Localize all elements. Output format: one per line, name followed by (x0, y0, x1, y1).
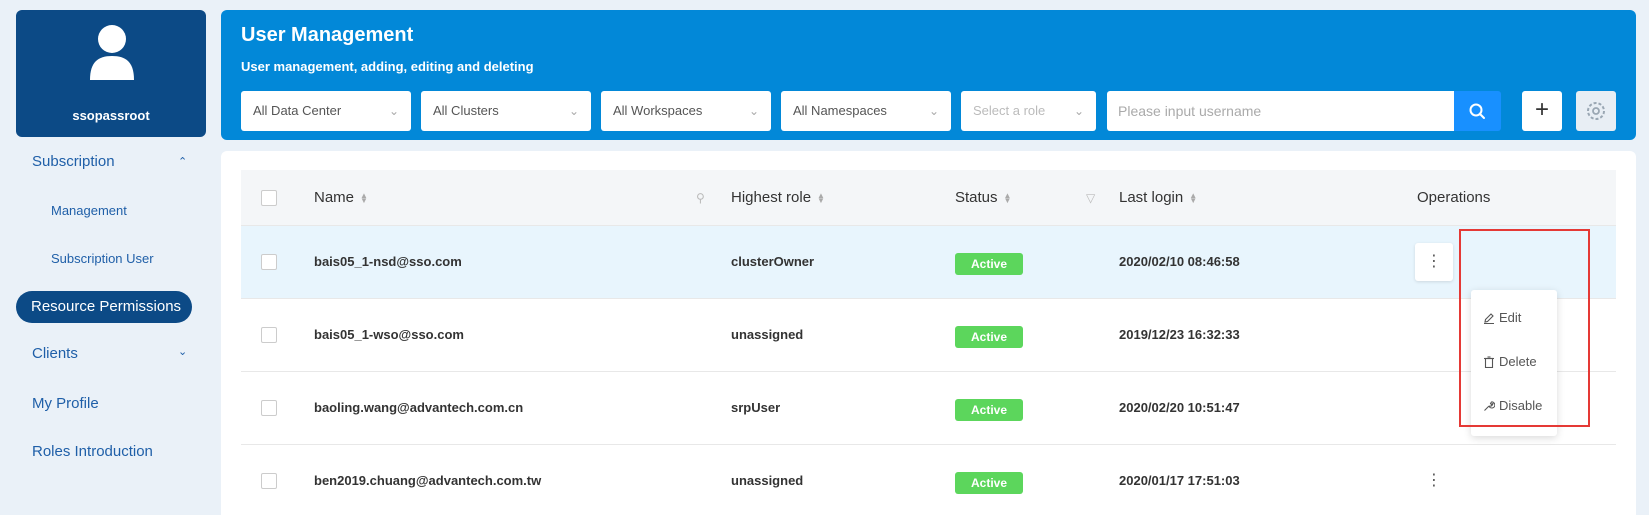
chevron-down-icon: ⌄ (388, 104, 399, 118)
row-checkbox[interactable] (261, 473, 277, 489)
table-row[interactable]: ben2019.chuang@advantech.com.tw unassign… (241, 445, 1616, 515)
users-table-panel: Name ▲ ▼ ⚲ Highest role ▲ ▼ Status ▲ ▼ ▽ Last … (221, 151, 1636, 515)
clusters-select[interactable]: All Clusters ⌄ (421, 91, 591, 131)
user-name-cell: baoling.wang@advantech.com.cn (314, 400, 524, 415)
sort-icon[interactable]: ▲ ▼ (1004, 192, 1012, 205)
status-badge: Active (955, 253, 1023, 275)
table-header: Name ▲ ▼ ⚲ Highest role ▲ ▼ Status ▲ ▼ ▽ Last … (241, 170, 1616, 226)
status-badge: Active (955, 399, 1023, 421)
last-login-cell: 2020/02/10 08:46:58 (1119, 254, 1240, 269)
workspaces-select-value: All Workspaces (613, 103, 703, 118)
sort-icon[interactable]: ▲ ▼ (817, 192, 825, 205)
namespaces-select[interactable]: All Namespaces ⌄ (781, 91, 951, 131)
column-last-login-label: Last login (1119, 189, 1184, 206)
column-header-last-login[interactable]: Last login ▲ ▼ (1119, 170, 1197, 226)
role-cell: unassigned (731, 327, 804, 342)
row-checkbox[interactable] (261, 254, 277, 270)
role-cell: clusterOwner (731, 254, 815, 269)
column-status-label: Status (955, 189, 998, 206)
data-center-select[interactable]: All Data Center ⌄ (241, 91, 411, 131)
data-center-select-value: All Data Center (253, 103, 342, 118)
header-banner: User Management User management, adding,… (221, 10, 1636, 140)
sidebar-item-clients[interactable]: Clients (32, 345, 78, 362)
last-login-cell: 2020/01/17 17:51:03 (1119, 473, 1240, 488)
settings-button[interactable] (1576, 91, 1616, 131)
sidebar-item-management[interactable]: Management (51, 203, 127, 218)
name-search-icon[interactable]: ⚲ (696, 170, 705, 226)
more-options-button[interactable]: ⋮ (1415, 462, 1453, 500)
column-header-name[interactable]: Name ▲ ▼ (314, 170, 368, 226)
gear-icon (1587, 102, 1605, 120)
page-subtitle: User management, adding, editing and del… (241, 59, 534, 74)
user-name-cell: bais05_1-nsd@sso.com (314, 254, 462, 269)
column-role-label: Highest role (731, 189, 812, 206)
clusters-select-value: All Clusters (433, 103, 499, 118)
user-name-cell: ben2019.chuang@advantech.com.tw (314, 473, 542, 488)
sort-icon[interactable]: ▲ ▼ (360, 192, 368, 205)
username-label: ssopassroot (72, 108, 150, 123)
sidebar-item-subscription[interactable]: Subscription (32, 153, 115, 170)
sidebar-item-subscription-user[interactable]: Subscription User (51, 251, 154, 266)
sidebar-item-my-profile[interactable]: My Profile (32, 395, 99, 412)
table-row[interactable]: baoling.wang@advantech.com.cn srpUser Ac… (241, 372, 1616, 445)
role-cell: srpUser (731, 400, 781, 415)
status-badge: Active (955, 472, 1023, 494)
chevron-down-icon: ⌄ (928, 104, 939, 118)
namespaces-select-value: All Namespaces (793, 103, 887, 118)
chevron-down-icon: ⌄ (568, 104, 579, 118)
add-user-button[interactable]: + (1522, 91, 1562, 131)
filter-icon[interactable]: ▽ (1086, 170, 1095, 226)
plus-icon: + (1534, 96, 1549, 123)
sidebar-item-resource-permissions[interactable]: Resource Permissions (16, 291, 192, 323)
column-name-label: Name (314, 189, 355, 206)
username-search-input[interactable] (1107, 91, 1454, 131)
user-avatar-icon (90, 25, 134, 80)
page-title: User Management (241, 24, 414, 46)
chevron-up-icon[interactable]: ⌃ (178, 155, 187, 168)
sort-icon[interactable]: ▲ ▼ (1189, 192, 1197, 205)
column-header-role[interactable]: Highest role ▲ ▼ (731, 170, 825, 226)
sidebar-item-roles-introduction[interactable]: Roles Introduction (32, 443, 153, 460)
user-card: ssopassroot (16, 10, 206, 137)
column-header-operations: Operations (1417, 189, 1491, 206)
status-badge: Active (955, 326, 1023, 348)
highlight-box (1459, 229, 1590, 427)
column-header-status[interactable]: Status ▲ ▼ (955, 170, 1011, 226)
role-cell: unassigned (731, 473, 804, 488)
role-select-placeholder: Select a role (973, 103, 1046, 118)
select-all-checkbox[interactable] (261, 190, 277, 206)
table-row[interactable]: bais05_1-wso@sso.com unassigned Active 2… (241, 299, 1616, 372)
row-checkbox[interactable] (261, 400, 277, 416)
search-icon (1469, 103, 1485, 119)
last-login-cell: 2019/12/23 16:32:33 (1119, 327, 1240, 342)
chevron-down-icon: ⌄ (1073, 104, 1084, 118)
search-button[interactable] (1454, 91, 1501, 131)
last-login-cell: 2020/02/20 10:51:47 (1119, 400, 1240, 415)
chevron-down-icon[interactable]: ⌄ (178, 345, 187, 358)
more-options-button[interactable]: ⋮ (1415, 243, 1453, 281)
table-row[interactable]: bais05_1-nsd@sso.com clusterOwner Active… (241, 226, 1616, 299)
workspaces-select[interactable]: All Workspaces ⌄ (601, 91, 771, 131)
row-checkbox[interactable] (261, 327, 277, 343)
role-select[interactable]: Select a role ⌄ (961, 91, 1096, 131)
user-name-cell: bais05_1-wso@sso.com (314, 327, 464, 342)
chevron-down-icon: ⌄ (748, 104, 759, 118)
